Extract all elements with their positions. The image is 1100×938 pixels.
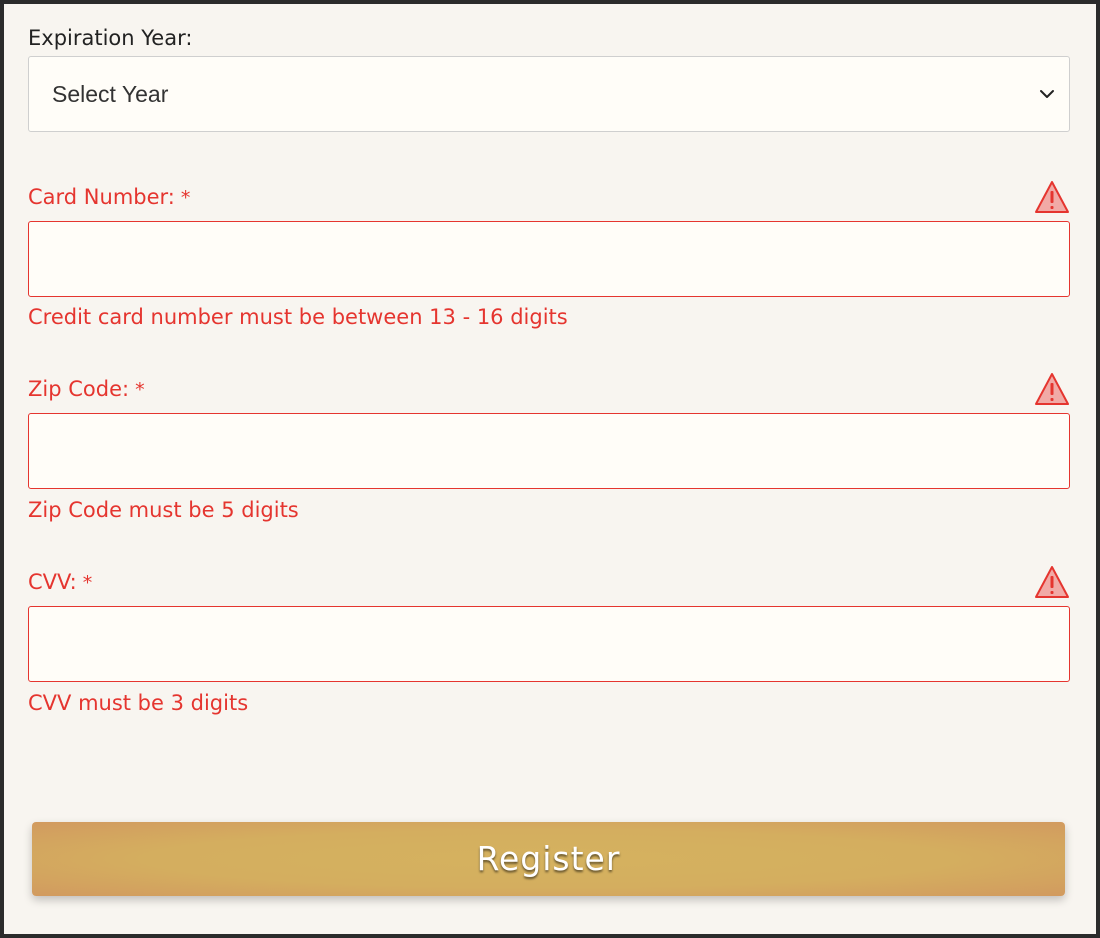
zip-code-label: Zip Code: * xyxy=(28,377,145,401)
expiration-year-select[interactable]: Select Year xyxy=(28,56,1070,132)
cvv-label-row: CVV: * xyxy=(28,564,1070,600)
warning-icon xyxy=(1035,566,1069,598)
zip-code-input[interactable] xyxy=(28,413,1070,489)
expiration-year-label: Expiration Year: xyxy=(28,26,193,50)
card-number-error: Credit card number must be between 13 - … xyxy=(28,305,568,329)
card-number-label-row: Card Number: * xyxy=(28,179,1070,215)
cvv-error: CVV must be 3 digits xyxy=(28,691,249,715)
required-marker: * xyxy=(82,572,93,594)
register-button-label: Register xyxy=(476,839,621,878)
required-marker: * xyxy=(180,187,191,209)
zip-code-error: Zip Code must be 5 digits xyxy=(28,498,299,522)
register-button[interactable]: Register xyxy=(32,822,1065,896)
zip-code-label-row: Zip Code: * xyxy=(28,371,1070,407)
warning-icon xyxy=(1035,181,1069,213)
card-number-input[interactable] xyxy=(28,221,1070,297)
required-marker: * xyxy=(135,379,145,401)
expiration-year-selected-value: Select Year xyxy=(52,81,169,107)
warning-icon xyxy=(1035,373,1069,405)
cvv-input[interactable] xyxy=(28,606,1070,682)
cvv-label: CVV: * xyxy=(28,570,93,594)
expiration-year-label-row: Expiration Year: xyxy=(28,20,1070,56)
card-number-label: Card Number: * xyxy=(28,185,191,209)
chevron-down-icon xyxy=(1040,90,1054,98)
